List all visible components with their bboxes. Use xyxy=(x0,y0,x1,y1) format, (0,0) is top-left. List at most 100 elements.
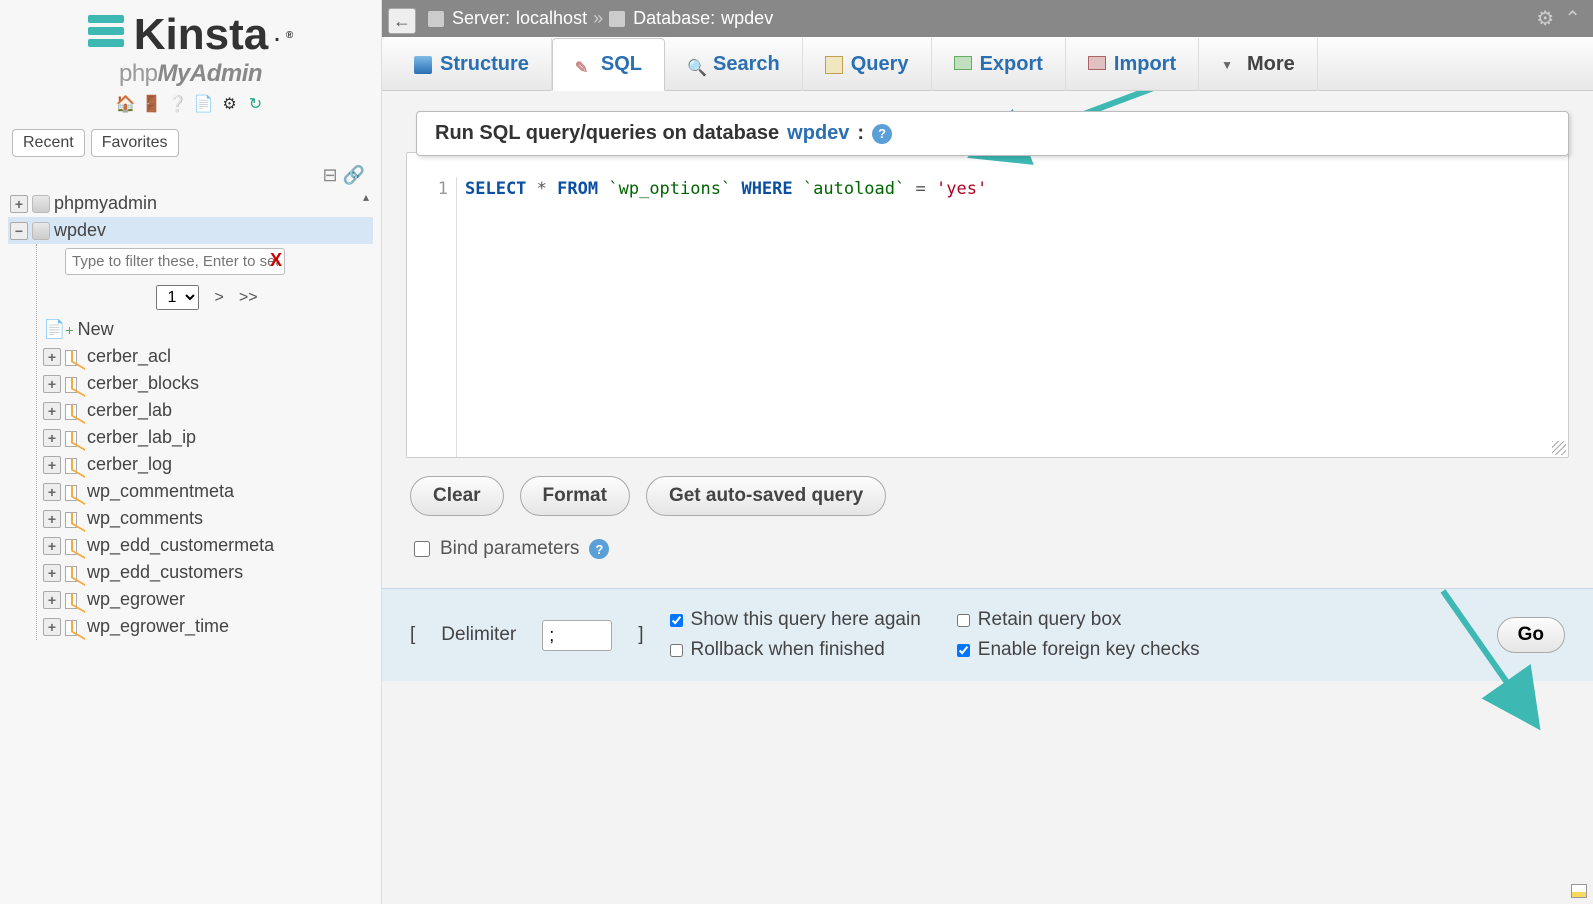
sql-doc-icon[interactable]: 📄 xyxy=(194,94,214,114)
table-label: wp_egrower xyxy=(87,589,185,610)
table-icon xyxy=(65,375,83,393)
fk-option[interactable]: Enable foreign key checks xyxy=(957,639,1200,661)
table-filter: X xyxy=(41,244,373,279)
sql-options: [ Delimiter ] Show this query here again… xyxy=(382,588,1593,681)
go-button[interactable]: Go xyxy=(1497,617,1565,653)
retain-option[interactable]: Retain query box xyxy=(957,609,1200,631)
sql-editor[interactable]: 1 SELECT * FROM `wp_options` WHERE `auto… xyxy=(406,152,1569,458)
retain-checkbox[interactable] xyxy=(957,614,970,627)
scroll-up-icon[interactable]: ▴ xyxy=(363,190,379,206)
phpmyadmin-logo: phpMyAdmin xyxy=(10,60,371,88)
expand-icon[interactable]: + xyxy=(43,564,61,582)
rollback-checkbox[interactable] xyxy=(670,644,683,657)
back-button[interactable]: ← xyxy=(388,8,416,34)
favorites-button[interactable]: Favorites xyxy=(91,129,179,157)
delimiter-bracket: [ xyxy=(410,624,415,646)
filter-clear-button[interactable]: X xyxy=(270,250,282,270)
tab-query[interactable]: Query xyxy=(803,38,932,91)
show-again-checkbox[interactable] xyxy=(670,614,683,627)
settings-icon[interactable]: ⚙ xyxy=(220,94,240,114)
page-collapse-icon[interactable]: ⌃ xyxy=(1564,6,1581,31)
tab-search[interactable]: Search xyxy=(665,38,803,91)
table-label: wp_egrower_time xyxy=(87,616,229,637)
table-label: wp_edd_customers xyxy=(87,562,243,583)
recent-button[interactable]: Recent xyxy=(12,129,85,157)
editor-resize-handle[interactable] xyxy=(1552,441,1566,455)
expand-icon[interactable]: + xyxy=(43,591,61,609)
expand-icon[interactable]: + xyxy=(43,348,61,366)
database-icon xyxy=(32,195,50,213)
sql-panel: Run SQL query/queries on database wpdev … xyxy=(382,91,1593,904)
format-button[interactable]: Format xyxy=(520,476,630,516)
table-icon xyxy=(65,348,83,366)
table-icon xyxy=(65,402,83,420)
expand-icon[interactable]: + xyxy=(43,456,61,474)
editor-code[interactable]: SELECT * FROM `wp_options` WHERE `autolo… xyxy=(457,177,1568,457)
help-icon[interactable]: ❔ xyxy=(168,94,188,114)
table-icon xyxy=(65,564,83,582)
expand-icon[interactable]: + xyxy=(43,618,61,636)
tab-structure[interactable]: Structure xyxy=(392,38,552,91)
table-item[interactable]: + wp_commentmeta xyxy=(41,478,373,505)
console-icon[interactable] xyxy=(1571,884,1587,898)
table-item[interactable]: +wp_comments xyxy=(41,505,373,532)
table-item[interactable]: + wp_egrower xyxy=(41,586,373,613)
table-item[interactable]: +cerber_log xyxy=(41,451,373,478)
help-icon[interactable]: ? xyxy=(589,539,609,559)
page-settings-icon[interactable]: ⚙ xyxy=(1536,6,1554,31)
table-item[interactable]: +cerber_blocks xyxy=(41,370,373,397)
tab-more[interactable]: More xyxy=(1199,38,1318,91)
fk-checkbox[interactable] xyxy=(957,644,970,657)
delimiter-input[interactable] xyxy=(542,620,612,651)
db-item-phpmyadmin[interactable]: + phpmyadmin xyxy=(8,190,373,217)
expand-icon[interactable]: + xyxy=(43,483,61,501)
table-item[interactable]: +cerber_lab xyxy=(41,397,373,424)
table-item[interactable]: + wp_edd_customers xyxy=(41,559,373,586)
table-label: wp_commentmeta xyxy=(87,481,234,502)
tab-import[interactable]: Import xyxy=(1066,38,1199,91)
delimiter-label: Delimiter xyxy=(441,624,516,646)
page-select[interactable]: 1 xyxy=(156,285,199,310)
table-item[interactable]: + wp_egrower_time xyxy=(41,613,373,640)
bc-server-name[interactable]: localhost xyxy=(516,8,587,29)
top-tabs: Structure SQL Search Query Export Import… xyxy=(382,37,1593,91)
autosave-button[interactable]: Get auto-saved query xyxy=(646,476,886,516)
help-icon[interactable]: ? xyxy=(872,124,892,144)
show-again-option[interactable]: Show this query here again xyxy=(670,609,921,631)
db-label: wpdev xyxy=(54,220,106,241)
table-item[interactable]: +wp_edd_customermeta xyxy=(41,532,373,559)
home-icon[interactable]: 🏠 xyxy=(116,94,136,114)
delimiter-bracket-close: ] xyxy=(638,624,643,646)
rollback-option[interactable]: Rollback when finished xyxy=(670,639,921,661)
new-table-link[interactable]: 📄+ New xyxy=(41,316,373,343)
expand-icon[interactable]: + xyxy=(43,375,61,393)
page-next-button[interactable]: > xyxy=(214,289,223,306)
expand-icon[interactable]: + xyxy=(43,510,61,528)
bc-separator: » xyxy=(593,8,603,29)
exit-icon[interactable]: 🚪 xyxy=(142,94,162,114)
filter-input[interactable] xyxy=(65,248,285,275)
clear-button[interactable]: Clear xyxy=(410,476,504,516)
tab-export[interactable]: Export xyxy=(932,38,1066,91)
collapse-icon[interactable]: − xyxy=(10,222,28,240)
sidebar-header: Kinsta.® phpMyAdmin 🏠 🚪 ❔ 📄 ⚙ ↻ xyxy=(0,0,381,125)
tab-sql[interactable]: SQL xyxy=(552,38,665,91)
db-item-wpdev[interactable]: − wpdev xyxy=(8,217,373,244)
table-icon xyxy=(65,456,83,474)
bind-params-checkbox[interactable] xyxy=(414,541,430,557)
page-last-button[interactable]: >> xyxy=(239,289,258,306)
table-icon xyxy=(65,591,83,609)
expand-icon[interactable]: + xyxy=(43,537,61,555)
fieldset-db-link[interactable]: wpdev xyxy=(787,122,849,145)
bc-db-name[interactable]: wpdev xyxy=(721,8,773,29)
link-icon[interactable]: 🔗 xyxy=(343,165,365,185)
collapse-all-icon[interactable]: ⊟ xyxy=(322,165,337,185)
expand-icon[interactable]: + xyxy=(43,429,61,447)
sidebar: Kinsta.® phpMyAdmin 🏠 🚪 ❔ 📄 ⚙ ↻ Recent F… xyxy=(0,0,382,904)
breadcrumb: Server: localhost » Database: wpdev ⚙ ⌃ xyxy=(382,0,1593,37)
reload-icon[interactable]: ↻ xyxy=(246,94,266,114)
expand-icon[interactable]: + xyxy=(43,402,61,420)
table-item[interactable]: +cerber_lab_ip xyxy=(41,424,373,451)
table-item[interactable]: +cerber_acl xyxy=(41,343,373,370)
expand-icon[interactable]: + xyxy=(10,195,28,213)
